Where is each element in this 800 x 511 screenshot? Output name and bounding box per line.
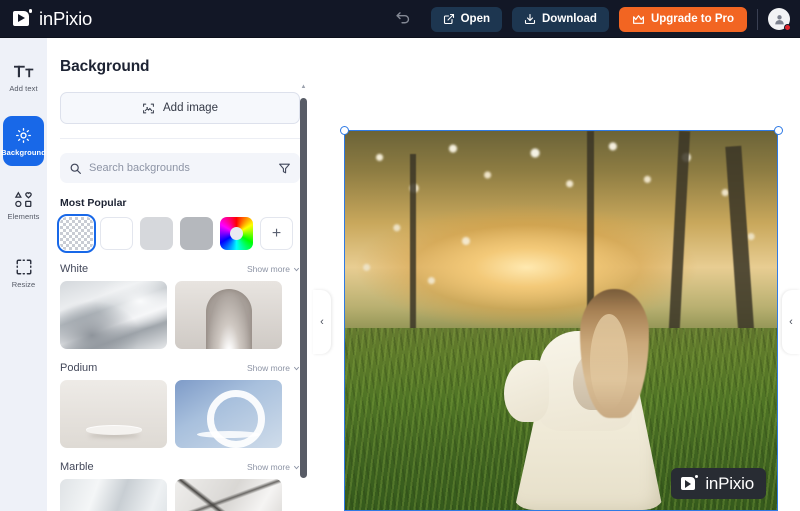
resize-icon [15,258,33,277]
background-panel: Background Add image Search backgrounds [47,38,313,511]
swatch-add-color-button[interactable]: + [260,217,293,250]
chevron-down-icon [294,366,299,370]
category-header: White Show more [60,263,300,275]
swatch-color-picker[interactable] [220,217,253,250]
panel-scrollbar-thumb[interactable] [300,98,307,478]
background-icon [14,126,33,145]
text-icon [13,62,34,81]
add-image-icon [143,103,154,113]
app-logo: inPixio [0,8,92,30]
most-popular-swatches: + [57,214,300,253]
toolbar-divider [757,8,758,30]
sidebar-label-background: Background [1,147,46,157]
elements-icon [14,190,33,209]
scroll-up-arrow[interactable]: ▲ [300,84,307,90]
add-image-label: Add image [163,102,218,114]
background-thumbnail[interactable] [175,479,282,511]
add-image-button[interactable]: Add image [60,92,300,124]
filter-icon[interactable] [278,162,291,175]
most-popular-title: Most Popular [60,197,127,209]
inpixio-watermark: inPixio [671,468,766,499]
swatch-white[interactable] [100,217,133,250]
resize-handle-top-right[interactable] [773,125,783,135]
swatch-light-gray[interactable] [140,217,173,250]
panel-content: Add image Search backgrounds Most Popula… [47,92,313,511]
app-name: inPixio [39,7,93,29]
chevron-down-icon [294,465,299,469]
swatch-transparent[interactable] [57,214,96,253]
photo-tree-trunk [409,153,416,351]
chevron-down-icon [294,267,299,271]
category-thumbnails-podium [60,380,300,448]
category-white: White Show more [60,263,300,349]
collapse-left-panel-button[interactable]: ‹ [313,290,331,354]
category-thumbnails-marble [60,479,300,511]
sidebar-label-add-text: Add text [9,83,38,93]
topbar-actions: Open Download Upgrade to Pro [430,0,791,38]
resize-handle-top-left[interactable] [339,125,349,135]
panel-divider [60,138,300,139]
chevron-left-icon: ‹ [320,316,324,328]
watermark-text: inPixio [705,473,754,493]
selected-image-frame[interactable]: inPixio [339,125,783,511]
sidebar-item-add-text[interactable]: Add text [0,48,47,106]
search-placeholder: Search backgrounds [89,162,190,174]
watermark-play-icon [681,475,699,492]
background-thumbnail[interactable] [175,380,282,448]
top-toolbar: inPixio Open Download Upgrade to Pro [0,0,800,38]
category-header: Marble Show more [60,461,300,473]
swatch-medium-gray[interactable] [180,217,213,250]
sidebar-label-elements: Elements [7,211,40,221]
open-label: Open [460,13,490,25]
undo-icon[interactable] [392,8,414,30]
tool-sidebar: Add text Background Elements Resize [0,38,47,511]
category-header: Podium Show more [60,362,300,374]
background-thumbnail[interactable] [60,479,167,511]
photo-woman-in-field: inPixio [345,131,777,510]
show-more-marble[interactable]: Show more [247,462,300,472]
inpixio-app-window: inPixio Open Download Upgrade to Pro Add… [0,0,800,511]
photo-arm [503,359,549,423]
user-avatar-icon[interactable] [768,8,791,31]
canvas-workspace[interactable]: inPixio [313,38,800,511]
background-thumbnail[interactable] [60,281,167,349]
category-podium: Podium Show more [60,362,300,448]
sidebar-label-resize: Resize [11,279,36,289]
panel-title: Background [60,58,150,75]
search-backgrounds-field[interactable]: Search backgrounds [60,153,300,183]
search-icon [70,163,81,174]
background-thumbnail[interactable] [175,281,282,349]
background-thumbnail[interactable] [60,380,167,448]
sidebar-item-resize[interactable]: Resize [0,244,47,302]
show-more-white[interactable]: Show more [247,264,300,274]
collapse-right-panel-button[interactable]: ‹ [782,290,800,354]
upgrade-to-pro-button[interactable]: Upgrade to Pro [618,6,747,32]
show-more-label: Show more [247,264,290,274]
notification-badge [784,24,791,31]
show-more-label: Show more [247,462,290,472]
open-external-icon [443,13,454,25]
photo-woman-figure [501,289,674,510]
download-button[interactable]: Download [511,6,609,32]
inpixio-play-icon [13,9,32,28]
category-name-white: White [60,263,89,275]
open-button[interactable]: Open [430,6,502,32]
category-thumbnails-white [60,281,300,349]
category-name-marble: Marble [60,461,94,473]
show-more-podium[interactable]: Show more [247,363,300,373]
crown-icon [632,14,644,24]
category-name-podium: Podium [60,362,98,374]
sidebar-item-background[interactable]: Background [1,116,46,166]
upgrade-label: Upgrade to Pro [650,13,734,25]
chevron-left-icon: ‹ [789,316,793,328]
sidebar-item-elements[interactable]: Elements [0,176,47,234]
download-icon [524,13,536,25]
person-glyph-icon [774,14,784,24]
download-label: Download [541,13,597,25]
show-more-label: Show more [247,363,290,373]
category-marble: Marble Show more [60,461,300,511]
